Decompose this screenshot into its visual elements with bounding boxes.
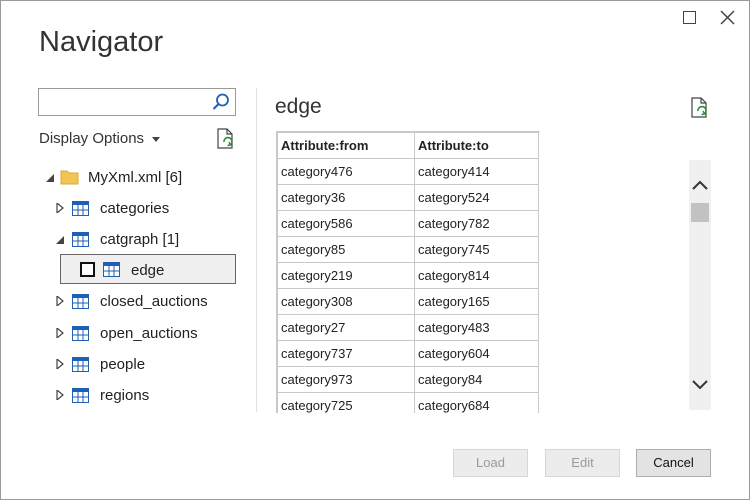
table-cell[interactable]: category165 <box>414 288 539 315</box>
expanded-arrow-icon[interactable] <box>45 173 55 183</box>
table-cell[interactable]: category782 <box>414 210 539 237</box>
column-header[interactable]: Attribute:to <box>414 132 539 159</box>
tree-node-label: people <box>100 356 146 373</box>
table-row: category476 category414 <box>277 158 539 185</box>
tree-node-count: [6] <box>165 169 183 186</box>
table-cell[interactable]: category476 <box>277 158 415 185</box>
table-cell[interactable]: category483 <box>414 314 539 341</box>
edit-button[interactable]: Edit <box>545 449 620 477</box>
table-cell[interactable]: category219 <box>277 262 415 289</box>
table-cell[interactable]: category745 <box>414 236 539 263</box>
preview-title: edge <box>275 95 322 118</box>
table-cell[interactable]: category684 <box>414 392 539 413</box>
table-cell[interactable]: category27 <box>277 314 415 341</box>
close-button[interactable] <box>717 8 739 30</box>
display-options-dropdown[interactable]: Display Options <box>39 130 161 147</box>
close-icon <box>720 10 735 25</box>
collapsed-arrow-icon[interactable] <box>55 390 65 400</box>
table-icon <box>72 388 89 403</box>
refresh-document-icon <box>217 128 233 149</box>
tree-node-label: edge <box>131 262 165 279</box>
table-icon <box>72 232 89 247</box>
table-row: category219 category814 <box>277 262 539 289</box>
collapsed-arrow-icon[interactable] <box>55 328 65 338</box>
maximize-icon <box>683 11 696 24</box>
table-cell[interactable]: category586 <box>277 210 415 237</box>
maximize-button[interactable] <box>679 8 701 30</box>
table-icon <box>72 357 89 372</box>
table-cell[interactable]: category84 <box>414 366 539 393</box>
display-options-label: Display Options <box>39 130 145 147</box>
edge-checkbox[interactable] <box>80 262 95 277</box>
table-cell[interactable]: category604 <box>414 340 539 367</box>
table-row: category27 category483 <box>277 314 539 341</box>
tree-node-label: open_auctions <box>100 325 198 342</box>
table-cell[interactable]: category973 <box>277 366 415 393</box>
tree-node-label: regions <box>100 387 150 404</box>
table-row: category973 category84 <box>277 366 539 393</box>
sidebar-refresh-button[interactable] <box>216 128 236 150</box>
table-row: category586 category782 <box>277 210 539 237</box>
folder-icon <box>60 170 79 185</box>
table-cell[interactable]: category308 <box>277 288 415 315</box>
table-header-row: Attribute:from Attribute:to <box>277 132 539 159</box>
cancel-button[interactable]: Cancel <box>636 449 711 477</box>
scroll-up-arrow-icon[interactable] <box>689 177 711 193</box>
table-row: category36 category524 <box>277 184 539 211</box>
collapsed-arrow-icon[interactable] <box>55 359 65 369</box>
pane-divider[interactable] <box>256 88 257 412</box>
dialog-title: Navigator <box>39 26 164 58</box>
table-icon <box>72 294 89 309</box>
table-cell[interactable]: category814 <box>414 262 539 289</box>
table-cell[interactable]: category36 <box>277 184 415 211</box>
table-cell[interactable]: category524 <box>414 184 539 211</box>
scroll-down-arrow-icon[interactable] <box>689 377 711 393</box>
chevron-down-icon <box>152 136 161 142</box>
expanded-arrow-icon[interactable] <box>55 235 65 245</box>
table-row: category85 category745 <box>277 236 539 263</box>
table-row: category737 category604 <box>277 340 539 367</box>
preview-table: Attribute:from Attribute:to category476 c… <box>276 131 540 413</box>
table-cell[interactable]: category725 <box>277 392 415 413</box>
refresh-document-icon <box>691 97 707 118</box>
table-icon <box>72 201 89 216</box>
table-cell[interactable]: category85 <box>277 236 415 263</box>
tree-node-label: catgraph [1] <box>100 231 180 248</box>
load-button[interactable]: Load <box>453 449 528 477</box>
vertical-scrollbar[interactable] <box>689 160 711 410</box>
tree-node-label: categories <box>100 200 170 217</box>
column-header[interactable]: Attribute:from <box>277 132 415 159</box>
table-icon <box>72 326 89 341</box>
search-input[interactable] <box>38 88 236 116</box>
collapsed-arrow-icon[interactable] <box>55 296 65 306</box>
search-icon[interactable] <box>211 92 231 112</box>
table-icon <box>103 262 120 277</box>
collapsed-arrow-icon[interactable] <box>55 203 65 213</box>
tree-node-count: [1] <box>162 231 180 248</box>
search-field[interactable] <box>43 92 212 114</box>
table-row: category725 category684 <box>277 392 539 413</box>
tree-node-label: MyXml.xml [6] <box>88 169 183 186</box>
preview-refresh-button[interactable] <box>690 97 710 119</box>
table-cell[interactable]: category414 <box>414 158 539 185</box>
tree-node-label: closed_auctions <box>100 293 208 310</box>
scroll-thumb[interactable] <box>691 203 709 222</box>
table-cell[interactable]: category737 <box>277 340 415 367</box>
table-row: category308 category165 <box>277 288 539 315</box>
